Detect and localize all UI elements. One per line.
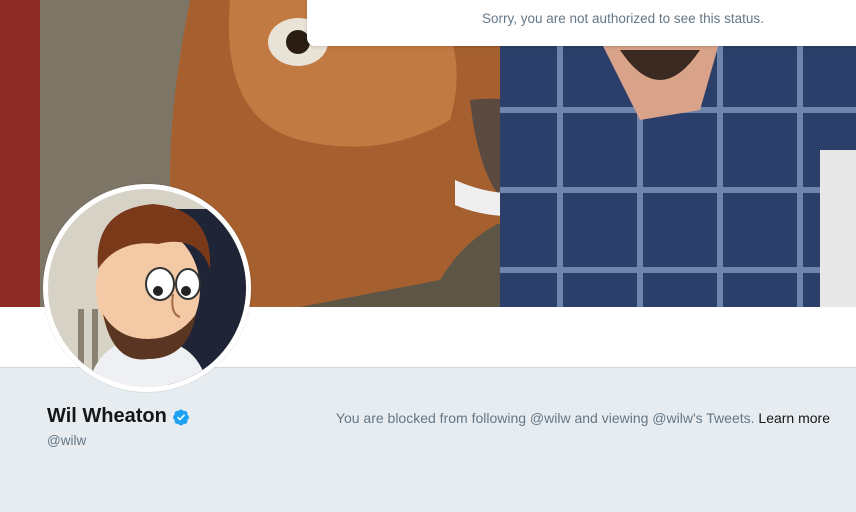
status-notice: Sorry, you are not authorized to see thi…	[307, 0, 856, 46]
avatar-cartoon-image	[48, 189, 246, 387]
notice-text: Sorry, you are not authorized to see thi…	[482, 11, 764, 26]
profile-display-name[interactable]: Wil Wheaton	[47, 405, 167, 428]
blocked-notice: You are blocked from following @wilw and…	[336, 410, 830, 426]
verified-badge-icon	[172, 408, 190, 426]
profile-handle[interactable]: @wilw	[47, 433, 86, 448]
blocked-message: You are blocked from following @wilw and…	[335, 410, 755, 426]
profile-avatar[interactable]	[43, 184, 251, 392]
learn-more-link[interactable]: Learn more	[758, 410, 830, 426]
profile-name-row: Wil Wheaton	[47, 405, 190, 428]
